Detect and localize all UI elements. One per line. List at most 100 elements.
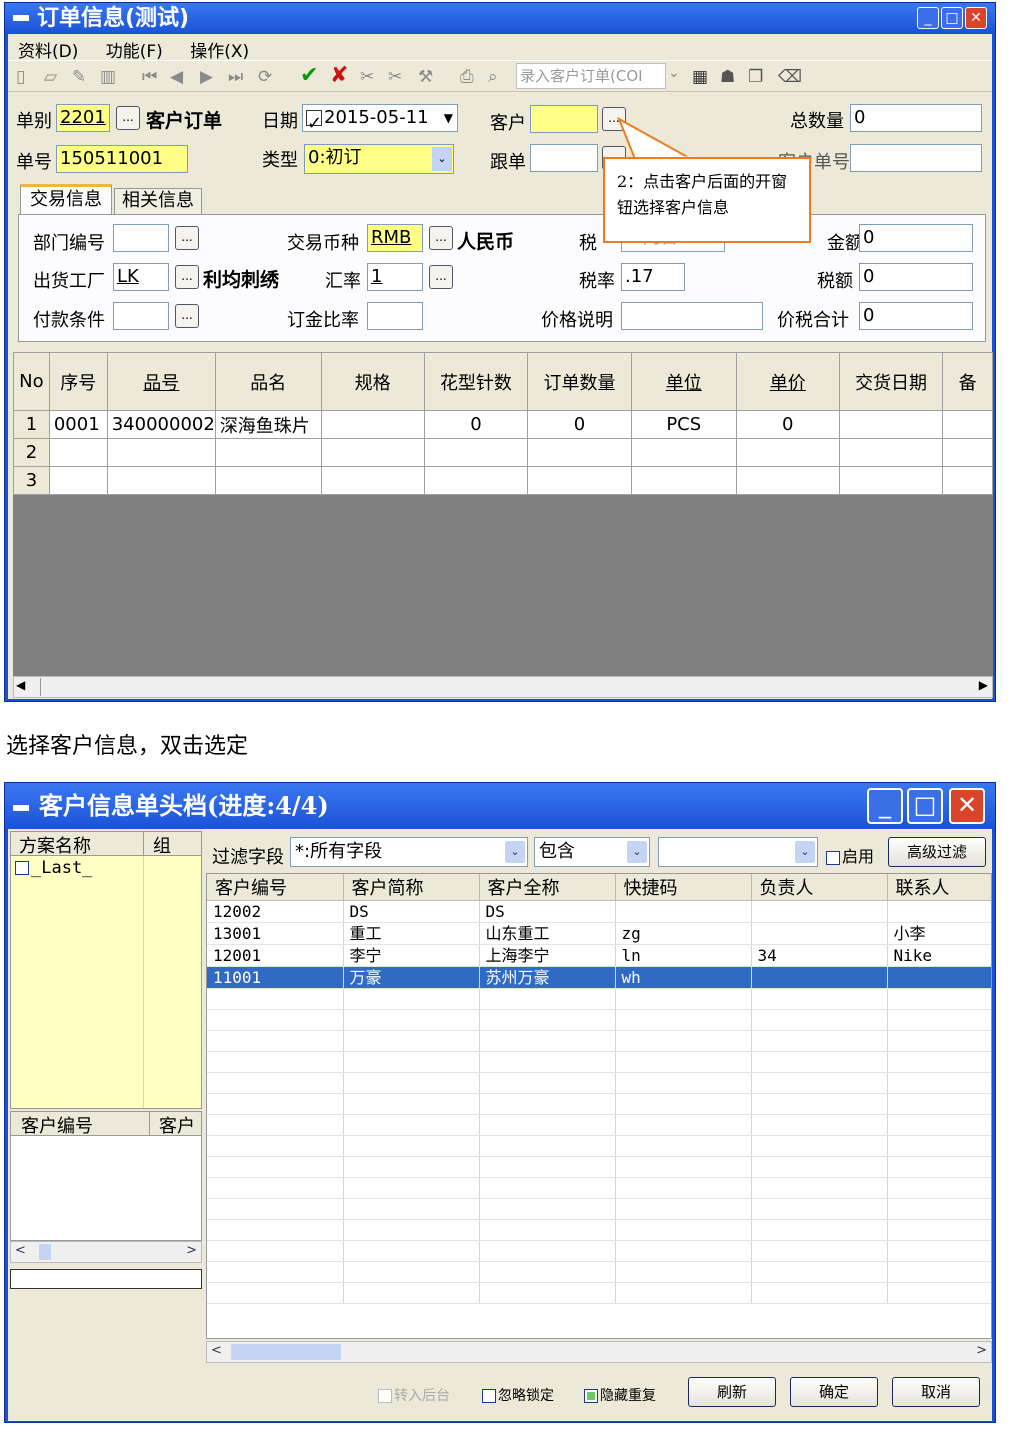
table-cell[interactable] <box>942 466 993 495</box>
tab-related-info[interactable]: 相关信息 <box>114 188 202 214</box>
confirm-icon[interactable]: ✔ <box>300 63 318 88</box>
list-cell[interactable] <box>479 1093 616 1115</box>
customer-grid-col-header[interactable]: 快捷码 <box>615 874 752 901</box>
list-cell[interactable]: 13001 <box>207 922 344 945</box>
list-cell[interactable] <box>887 966 991 989</box>
list-cell[interactable] <box>615 1261 752 1283</box>
total-input[interactable]: 0 <box>859 302 973 330</box>
menu-data[interactable]: 资料(D) <box>18 42 78 62</box>
paste-icon[interactable]: ✂ <box>388 67 402 87</box>
list-cell[interactable] <box>887 1009 991 1031</box>
list-cell[interactable] <box>207 1198 344 1220</box>
list-cell[interactable] <box>207 1030 344 1052</box>
list-item[interactable] <box>207 1156 991 1178</box>
list-item[interactable]: 12001 李宁 上海李宁 ln 34 Nike <box>207 944 991 967</box>
list-cell[interactable] <box>207 1072 344 1094</box>
table-cell[interactable]: 深海鱼珠片 <box>214 410 322 439</box>
list-item[interactable] <box>207 1009 991 1031</box>
minimize-button[interactable]: _ <box>917 7 939 29</box>
list-cell[interactable] <box>887 1135 991 1157</box>
table-cell[interactable] <box>106 438 216 467</box>
ok-button[interactable]: 确定 <box>790 1377 878 1407</box>
menu-function[interactable]: 功能(F) <box>106 42 163 62</box>
list-cell[interactable]: 34 <box>751 944 888 967</box>
list-cell[interactable]: 小李 <box>887 922 991 945</box>
danhao-input[interactable]: 150511001 <box>56 145 188 173</box>
scroll-right-icon-2[interactable]: > <box>186 1243 197 1258</box>
edit-icon[interactable]: ✎ <box>72 67 86 87</box>
close-button-2[interactable]: ✕ <box>949 788 985 824</box>
list-cell[interactable]: DS <box>479 900 616 923</box>
cancel-button[interactable]: 取消 <box>892 1377 980 1407</box>
last-record-icon[interactable]: ⏭ <box>228 67 243 87</box>
list-cell[interactable] <box>615 1114 752 1136</box>
customer-grid-col-header[interactable]: 客户编号 <box>207 874 344 901</box>
dept-browse-button[interactable]: ... <box>175 226 199 250</box>
rate-input[interactable]: 1 <box>367 263 423 291</box>
list-cell[interactable] <box>343 1009 480 1031</box>
list-cell[interactable] <box>751 1219 888 1241</box>
filter-op-select[interactable]: 包含 ⌄ <box>534 837 650 867</box>
dept-input[interactable] <box>113 224 169 252</box>
list-cell[interactable] <box>615 1030 752 1052</box>
table-cell[interactable] <box>214 466 322 495</box>
ignore-lock-checkbox[interactable]: 忽略锁定 <box>482 1385 554 1405</box>
list-cell[interactable] <box>615 1072 752 1094</box>
table-cell[interactable]: 0 <box>423 410 529 439</box>
list-cell[interactable] <box>479 988 616 1010</box>
list-cell[interactable] <box>887 1240 991 1262</box>
table-cell[interactable] <box>942 438 993 467</box>
list-cell[interactable] <box>751 1240 888 1262</box>
order-grid-col-header[interactable]: 订单数量 <box>527 352 632 411</box>
list-cell[interactable]: 12002 <box>207 900 344 923</box>
type-select[interactable]: 0:初订 ⌄ <box>304 144 454 174</box>
list-cell[interactable] <box>615 1135 752 1157</box>
table-cell[interactable] <box>942 410 993 439</box>
order-grid-col-header[interactable]: No <box>13 352 50 411</box>
list-cell[interactable] <box>751 988 888 1010</box>
order-grid-col-header[interactable]: 序号 <box>48 352 108 411</box>
table-cell[interactable] <box>106 466 216 495</box>
order-grid-col-header[interactable]: 品名 <box>214 352 322 411</box>
table-cell[interactable] <box>320 466 425 495</box>
table-cell[interactable] <box>423 466 529 495</box>
list-cell[interactable] <box>343 1177 480 1199</box>
table-cell[interactable]: 3 <box>13 466 50 495</box>
scroll-left-icon-3[interactable]: < <box>211 1343 222 1358</box>
filter-field-dropdown-icon[interactable]: ⌄ <box>505 841 525 863</box>
table-cell[interactable] <box>735 466 840 495</box>
table-row[interactable]: 1 0001 340000002 深海鱼珠片 0 0 PCS 0 <box>13 410 993 439</box>
list-cell[interactable]: ln <box>615 944 752 967</box>
document-icon[interactable]: ❐ <box>748 67 763 87</box>
deposit-input[interactable] <box>367 302 423 330</box>
list-cell[interactable] <box>343 1219 480 1241</box>
list-cell[interactable] <box>207 988 344 1010</box>
cust-po-input[interactable] <box>850 144 982 172</box>
tax-rate-input[interactable]: .17 <box>621 263 685 291</box>
list-cell[interactable] <box>479 1156 616 1178</box>
list-cell[interactable] <box>887 1051 991 1073</box>
print-icon[interactable]: ⎙ <box>460 67 474 87</box>
list-item[interactable] <box>207 1030 991 1052</box>
danbie-input[interactable]: 2201 <box>56 104 110 132</box>
list-cell[interactable]: 上海李宁 <box>479 944 616 967</box>
list-cell[interactable] <box>479 1135 616 1157</box>
filter-field-select[interactable]: *:所有字段 ⌄ <box>290 837 528 867</box>
table-cell[interactable]: PCS <box>630 410 737 439</box>
prev-record-icon[interactable]: ◀ <box>170 67 183 87</box>
date-dropdown-icon[interactable]: ▼ <box>444 105 453 131</box>
left-hscrollbar[interactable]: < > <box>10 1241 202 1263</box>
pay-browse-button[interactable]: ... <box>175 304 199 328</box>
list-cell[interactable] <box>615 1051 752 1073</box>
list-cell[interactable] <box>479 1051 616 1073</box>
list-cell[interactable] <box>751 1282 888 1304</box>
new-icon[interactable]: ▯ <box>16 67 25 87</box>
list-cell[interactable] <box>479 1177 616 1199</box>
list-item[interactable] <box>207 1261 991 1283</box>
list-cell[interactable] <box>615 1219 752 1241</box>
list-item[interactable] <box>207 1198 991 1220</box>
list-cell[interactable] <box>207 1261 344 1283</box>
list-cell[interactable] <box>207 1282 344 1304</box>
table-cell[interactable] <box>630 438 737 467</box>
table-cell[interactable] <box>423 438 529 467</box>
